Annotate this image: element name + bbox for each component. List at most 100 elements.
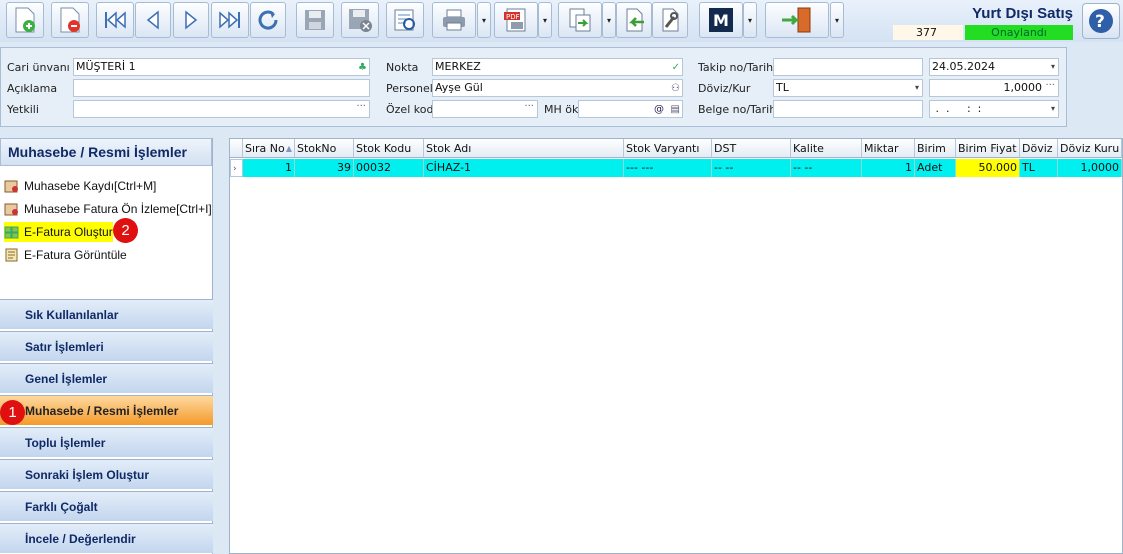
report-icon[interactable]	[386, 2, 424, 38]
table-cell[interactable]: Adet	[915, 159, 956, 177]
new-document-icon[interactable]	[6, 2, 44, 38]
pdf-export-icon[interactable]: PDF	[494, 2, 538, 38]
yetkili-input[interactable]: ···	[73, 100, 370, 118]
action-label: E-Fatura Görüntüle	[24, 248, 127, 262]
column-header[interactable]: Kalite	[791, 139, 862, 158]
left-panel: Muhasebe / Resmi İşlemler Muhasebe Kaydı…	[0, 138, 213, 554]
print-icon[interactable]	[432, 2, 476, 38]
dropdown-arrow-icon[interactable]: ▾	[1051, 59, 1055, 75]
ellipsis-icon[interactable]: ···	[524, 101, 534, 115]
column-header[interactable]: Stok Kodu	[354, 139, 424, 158]
delete-document-icon[interactable]	[51, 2, 89, 38]
column-header[interactable]: Birim Fiyat	[956, 139, 1020, 158]
group-satir-islemleri[interactable]: Satır İşlemleri	[0, 331, 213, 361]
action-label: Muhasebe Fatura Ön İzleme[Ctrl+I]	[24, 202, 212, 216]
column-header[interactable]: Miktar	[862, 139, 915, 158]
takip-date-input[interactable]: 24.05.2024 ▾	[929, 58, 1059, 76]
table-cell[interactable]: --- ---	[624, 159, 712, 177]
ellipsis-icon[interactable]: ···	[1045, 80, 1055, 94]
person-lookup-icon[interactable]: ⚇	[671, 81, 680, 96]
column-header[interactable]: DST	[712, 139, 791, 158]
column-header[interactable]: Birim	[915, 139, 956, 158]
sort-asc-icon: ▲	[285, 144, 292, 153]
table-cell[interactable]: 50.000	[956, 159, 1020, 177]
belge-input[interactable]	[773, 100, 923, 118]
document-header-form: Cari ünvanı MÜŞTERİ 1 ♣ Açıklama Yetkili …	[0, 47, 1067, 127]
dropdown-arrow-icon[interactable]: ▾	[1051, 101, 1055, 117]
status-badge: Onaylandı	[965, 25, 1073, 40]
action-fatura-onizleme[interactable]: Muhasebe Fatura Ön İzleme[Ctrl+I]	[4, 199, 212, 219]
mhok-input[interactable]: @ ▤	[578, 100, 683, 118]
group-sik-kullanilanlar[interactable]: Sık Kullanılanlar	[0, 299, 213, 329]
ledger-icon	[4, 179, 20, 193]
cari-label: Cari ünvanı	[7, 61, 70, 74]
ledger-icon	[4, 202, 20, 216]
pdf-dropdown-icon[interactable]: ▾	[538, 2, 552, 38]
customer-lookup-icon[interactable]: ♣	[358, 60, 367, 75]
personel-input[interactable]: Ayşe Gül ⚇	[432, 79, 683, 97]
save-close-icon[interactable]	[341, 2, 379, 38]
export-dropdown-icon[interactable]: ▾	[602, 2, 616, 38]
cari-input[interactable]: MÜŞTERİ 1 ♣	[73, 58, 370, 76]
action-efatura-goruntule[interactable]: E-Fatura Görüntüle	[4, 245, 127, 265]
ozelkod-input[interactable]: ···	[432, 100, 538, 118]
action-label: E-Fatura Oluştur	[24, 225, 113, 239]
column-header[interactable]: Döviz Kuru	[1058, 139, 1122, 158]
help-icon: ?	[1089, 9, 1113, 33]
aciklama-input[interactable]	[73, 79, 370, 97]
first-record-icon[interactable]	[96, 2, 134, 38]
m-app-dropdown-icon[interactable]: ▾	[743, 2, 757, 38]
row-indicator-header	[230, 139, 243, 158]
table-cell[interactable]: CİHAZ-1	[424, 159, 624, 177]
dropdown-arrow-icon[interactable]: ▾	[915, 80, 919, 96]
table-cell[interactable]: 00032	[354, 159, 424, 177]
table-cell[interactable]: -- --	[712, 159, 791, 177]
next-record-icon[interactable]	[173, 2, 209, 38]
print-dropdown-icon[interactable]: ▾	[477, 2, 491, 38]
group-toplu-islemler[interactable]: Toplu İşlemler	[0, 427, 213, 457]
previous-record-icon[interactable]	[135, 2, 171, 38]
belge-label: Belge no/Tarih	[698, 103, 777, 116]
table-cell[interactable]: 1,0000	[1058, 159, 1122, 177]
takip-input[interactable]	[773, 58, 923, 76]
doviz-select[interactable]: TL ▾	[773, 79, 923, 97]
row-indicator-icon[interactable]: ›	[230, 159, 243, 177]
mhok-label: MH ök	[544, 103, 579, 116]
action-label: Muhasebe Kaydı[Ctrl+M]	[24, 179, 157, 193]
help-button[interactable]: ?	[1082, 3, 1120, 39]
nokta-input[interactable]: MERKEZ ✓	[432, 58, 683, 76]
m-app-icon[interactable]: M	[699, 2, 743, 38]
toolbar: ▾ PDF ▾ ▾ M ▾ ▾ Yurt Dışı Satış 377 Onay…	[0, 0, 1123, 42]
save-icon[interactable]	[296, 2, 334, 38]
table-cell[interactable]: TL	[1020, 159, 1058, 177]
card-icon[interactable]: ▤	[671, 102, 680, 117]
group-genel-islemler[interactable]: Genel İşlemler	[0, 363, 213, 393]
action-efatura-olustur[interactable]: E-Fatura Oluştur	[4, 222, 113, 242]
action-muhasebe-kaydi[interactable]: Muhasebe Kaydı[Ctrl+M]	[4, 176, 156, 196]
column-header[interactable]: Döviz	[1020, 139, 1058, 158]
tools-icon[interactable]	[652, 2, 688, 38]
column-header[interactable]: Stok Adı	[424, 139, 624, 158]
table-cell[interactable]: 39	[295, 159, 354, 177]
ellipsis-icon[interactable]: ···	[356, 101, 366, 115]
group-incele[interactable]: İncele / Değerlendir	[0, 523, 213, 553]
refresh-icon[interactable]	[250, 2, 286, 38]
exit-door-icon[interactable]	[765, 2, 829, 38]
group-sonraki-islem[interactable]: Sonraki İşlem Oluştur	[0, 459, 213, 489]
column-header[interactable]: Stok Varyantı	[624, 139, 712, 158]
email-icon[interactable]: @	[654, 102, 664, 117]
belge-date-input[interactable]: . . : : ▾	[929, 100, 1059, 118]
kur-input[interactable]: 1,0000 ···	[929, 79, 1059, 97]
last-record-icon[interactable]	[211, 2, 249, 38]
import-icon[interactable]	[616, 2, 652, 38]
table-cell[interactable]: 1	[862, 159, 915, 177]
column-header[interactable]: Sıra No ▲	[243, 139, 295, 158]
table-cell[interactable]: 1	[243, 159, 295, 177]
check-icon[interactable]: ✓	[672, 60, 680, 75]
group-muhasebe-resmi[interactable]: Muhasebe / Resmi İşlemler	[0, 395, 213, 425]
column-header[interactable]: StokNo	[295, 139, 354, 158]
group-farkli-cogalt[interactable]: Farklı Çoğalt	[0, 491, 213, 521]
table-cell[interactable]: -- --	[791, 159, 862, 177]
export-icon[interactable]	[558, 2, 602, 38]
exit-dropdown-icon[interactable]: ▾	[830, 2, 844, 38]
